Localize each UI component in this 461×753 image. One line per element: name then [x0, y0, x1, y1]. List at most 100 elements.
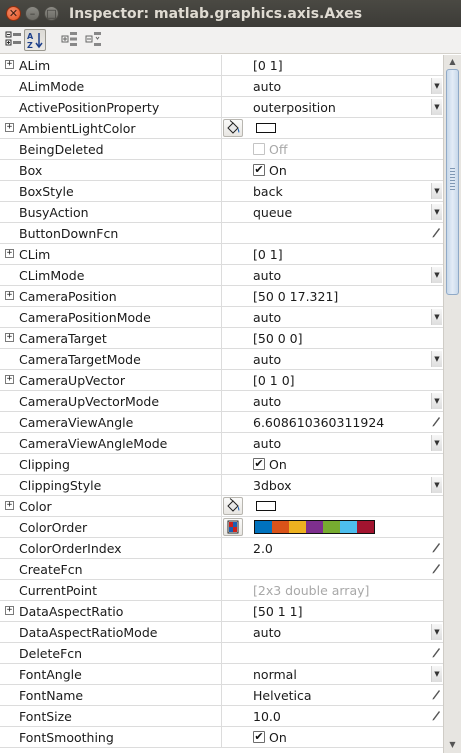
property-row-ambientlightcolor[interactable]: + AmbientLightColor: [0, 118, 443, 139]
color-picker-button[interactable]: [223, 119, 243, 137]
property-row-camerapositionmode[interactable]: CameraPositionMode auto ▼: [0, 307, 443, 328]
property-row-color[interactable]: + Color: [0, 496, 443, 517]
scroll-up-icon[interactable]: ▲: [446, 56, 459, 68]
property-value[interactable]: outerposition: [253, 100, 336, 115]
dropdown-arrow-icon[interactable]: ▼: [431, 78, 442, 94]
expand-icon[interactable]: +: [5, 249, 14, 258]
property-row-currentpoint[interactable]: CurrentPoint [2x3 double array]: [0, 580, 443, 601]
property-row-createfcn[interactable]: CreateFcn: [0, 559, 443, 580]
property-value[interactable]: [0 1]: [253, 58, 283, 73]
expand-all-button[interactable]: [60, 29, 82, 51]
property-value[interactable]: queue: [253, 205, 292, 220]
dropdown-arrow-icon[interactable]: ▼: [431, 99, 442, 115]
dropdown-arrow-icon[interactable]: ▼: [431, 435, 442, 451]
edit-pencil-icon[interactable]: [430, 709, 442, 723]
property-row-activepositionproperty[interactable]: ActivePositionProperty outerposition ▼: [0, 97, 443, 118]
property-value[interactable]: auto: [253, 268, 281, 283]
property-row-fontangle[interactable]: FontAngle normal ▼: [0, 664, 443, 685]
property-row-climmode[interactable]: CLimMode auto ▼: [0, 265, 443, 286]
property-checkbox[interactable]: ✔: [253, 164, 265, 176]
dropdown-arrow-icon[interactable]: ▼: [431, 666, 442, 682]
scroll-down-icon[interactable]: ▼: [446, 739, 459, 751]
property-row-cameraupvectormode[interactable]: CameraUpVectorMode auto ▼: [0, 391, 443, 412]
property-value[interactable]: auto: [253, 436, 281, 451]
property-value[interactable]: 2.0: [253, 541, 273, 556]
property-row-fontsmoothing[interactable]: FontSmoothing ✔ On: [0, 727, 443, 748]
dropdown-arrow-icon[interactable]: ▼: [431, 183, 442, 199]
expand-icon[interactable]: +: [5, 123, 14, 132]
property-value[interactable]: back: [253, 184, 283, 199]
categorized-view-button[interactable]: [4, 29, 26, 51]
property-row-boxstyle[interactable]: BoxStyle back ▼: [0, 181, 443, 202]
property-row-clippingstyle[interactable]: ClippingStyle 3dbox ▼: [0, 475, 443, 496]
alphabetical-sort-button[interactable]: A Z: [24, 29, 46, 51]
property-value[interactable]: auto: [253, 625, 281, 640]
property-row-colororderindex[interactable]: ColorOrderIndex 2.0: [0, 538, 443, 559]
color-order-strip[interactable]: [254, 520, 375, 534]
property-value[interactable]: auto: [253, 352, 281, 367]
expand-icon[interactable]: +: [5, 501, 14, 510]
property-row-fontsize[interactable]: FontSize 10.0: [0, 706, 443, 727]
property-value[interactable]: 6.608610360311924: [253, 415, 384, 430]
expand-icon[interactable]: +: [5, 291, 14, 300]
edit-pencil-icon[interactable]: [430, 562, 442, 576]
color-swatch[interactable]: [256, 123, 276, 133]
collapse-all-button[interactable]: [84, 29, 106, 51]
expand-icon[interactable]: +: [5, 375, 14, 384]
edit-pencil-icon[interactable]: [430, 688, 442, 702]
edit-pencil-icon[interactable]: [430, 415, 442, 429]
property-row-cameraupvector[interactable]: + CameraUpVector [0 1 0]: [0, 370, 443, 391]
expand-icon[interactable]: +: [5, 333, 14, 342]
minimize-window-button[interactable]: –: [25, 6, 40, 21]
property-value[interactable]: auto: [253, 79, 281, 94]
property-row-clim[interactable]: + CLim [0 1]: [0, 244, 443, 265]
property-row-alim[interactable]: + ALim [0 1]: [0, 55, 443, 76]
close-window-button[interactable]: ✕: [6, 6, 21, 21]
dropdown-arrow-icon[interactable]: ▼: [431, 393, 442, 409]
property-row-deletefcn[interactable]: DeleteFcn: [0, 643, 443, 664]
expand-icon[interactable]: +: [5, 60, 14, 69]
property-value[interactable]: [50 0 0]: [253, 331, 303, 346]
color-picker-button[interactable]: [223, 497, 243, 515]
property-row-cameraviewangle[interactable]: CameraViewAngle 6.608610360311924: [0, 412, 443, 433]
property-checkbox[interactable]: ✔: [253, 458, 265, 470]
property-row-dataaspectratiomode[interactable]: DataAspectRatioMode auto ▼: [0, 622, 443, 643]
property-row-dataaspectratio[interactable]: + DataAspectRatio [50 1 1]: [0, 601, 443, 622]
vertical-scrollbar[interactable]: ▲ ▼: [443, 55, 461, 753]
property-row-cameraposition[interactable]: + CameraPosition [50 0 17.321]: [0, 286, 443, 307]
property-value[interactable]: 3dbox: [253, 478, 291, 493]
property-row-busyaction[interactable]: BusyAction queue ▼: [0, 202, 443, 223]
property-value[interactable]: 10.0: [253, 709, 281, 724]
property-value[interactable]: [0 1]: [253, 247, 283, 262]
property-value[interactable]: Helvetica: [253, 688, 312, 703]
property-row-box[interactable]: Box ✔ On: [0, 160, 443, 181]
dropdown-arrow-icon[interactable]: ▼: [431, 204, 442, 220]
color-swatch[interactable]: [256, 501, 276, 511]
property-value[interactable]: [50 0 17.321]: [253, 289, 338, 304]
dropdown-arrow-icon[interactable]: ▼: [431, 624, 442, 640]
property-row-colororder[interactable]: ColorOrder: [0, 517, 443, 538]
property-value[interactable]: normal: [253, 667, 297, 682]
property-row-cameratarget[interactable]: + CameraTarget [50 0 0]: [0, 328, 443, 349]
edit-pencil-icon[interactable]: [430, 541, 442, 555]
property-row-buttondownfcn[interactable]: ButtonDownFcn: [0, 223, 443, 244]
scrollbar-thumb[interactable]: [446, 69, 459, 295]
maximize-window-button[interactable]: □: [44, 6, 59, 21]
property-row-cameratargetmode[interactable]: CameraTargetMode auto ▼: [0, 349, 443, 370]
dropdown-arrow-icon[interactable]: ▼: [431, 477, 442, 493]
property-row-beingdeleted[interactable]: BeingDeleted Off: [0, 139, 443, 160]
edit-pencil-icon[interactable]: [430, 646, 442, 660]
property-row-clipping[interactable]: Clipping ✔ On: [0, 454, 443, 475]
edit-pencil-icon[interactable]: [430, 226, 442, 240]
property-row-cameraviewanglemode[interactable]: CameraViewAngleMode auto ▼: [0, 433, 443, 454]
property-value[interactable]: auto: [253, 310, 281, 325]
property-value[interactable]: [50 1 1]: [253, 604, 303, 619]
property-value[interactable]: auto: [253, 394, 281, 409]
property-value[interactable]: [0 1 0]: [253, 373, 295, 388]
dropdown-arrow-icon[interactable]: ▼: [431, 309, 442, 325]
expand-icon[interactable]: +: [5, 606, 14, 615]
property-row-fontname[interactable]: FontName Helvetica: [0, 685, 443, 706]
property-row-alimmode[interactable]: ALimMode auto ▼: [0, 76, 443, 97]
property-checkbox[interactable]: ✔: [253, 731, 265, 743]
dropdown-arrow-icon[interactable]: ▼: [431, 351, 442, 367]
